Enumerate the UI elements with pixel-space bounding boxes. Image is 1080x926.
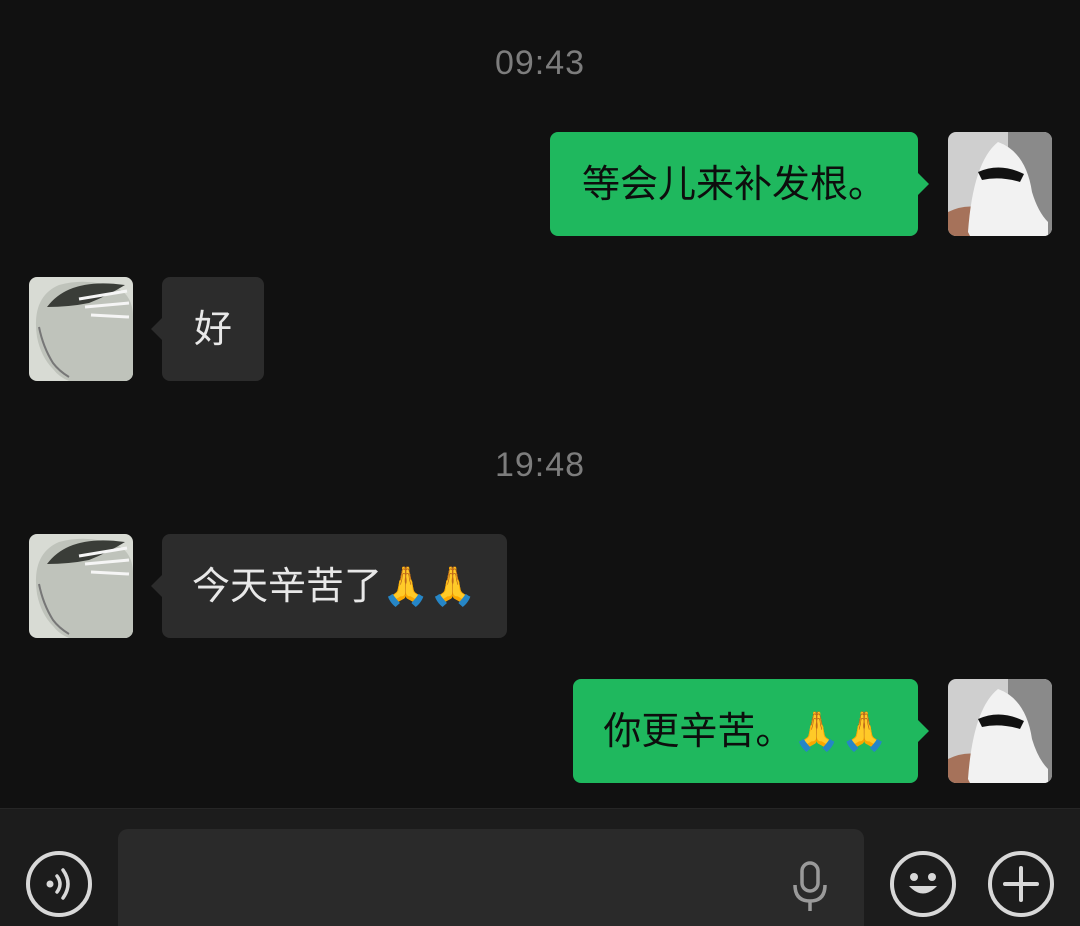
incoming-message-bubble[interactable]: 今天辛苦了🙏🙏 — [151, 534, 507, 638]
message-text-input[interactable] — [118, 829, 864, 926]
my-avatar[interactable] — [948, 132, 1052, 236]
message-text: 今天辛苦了🙏🙏 — [192, 564, 477, 608]
message-text: 好 — [194, 307, 233, 351]
timestamp: 09:43 — [494, 44, 586, 82]
outgoing-message-bubble[interactable]: 你更辛苦。🙏🙏 — [573, 679, 929, 783]
incoming-message-bubble[interactable]: 好 — [150, 277, 265, 381]
more-options-button[interactable] — [988, 851, 1054, 917]
emoji-icon — [909, 873, 937, 894]
outgoing-message-bubble[interactable]: 等会儿来补发根。 — [549, 132, 930, 236]
contact-avatar[interactable] — [29, 534, 133, 638]
message-text: 等会儿来补发根。 — [581, 162, 886, 206]
voice-mode-button[interactable] — [26, 851, 92, 917]
microphone-button[interactable] — [790, 859, 830, 915]
my-avatar[interactable] — [948, 679, 1052, 783]
message-input-bar — [0, 808, 1080, 926]
timestamp: 19:48 — [494, 446, 586, 484]
chat-window: 09:43 等会儿来补发根。 好 19:48 今天辛苦了🙏🙏 你更辛苦。🙏🙏 — [0, 0, 1080, 926]
message-text: 你更辛苦。🙏🙏 — [603, 709, 888, 753]
contact-avatar[interactable] — [29, 277, 133, 381]
plus-icon — [1003, 866, 1039, 902]
voice-icon — [46, 868, 70, 900]
microphone-icon — [793, 861, 827, 911]
emoji-button[interactable] — [890, 851, 956, 917]
